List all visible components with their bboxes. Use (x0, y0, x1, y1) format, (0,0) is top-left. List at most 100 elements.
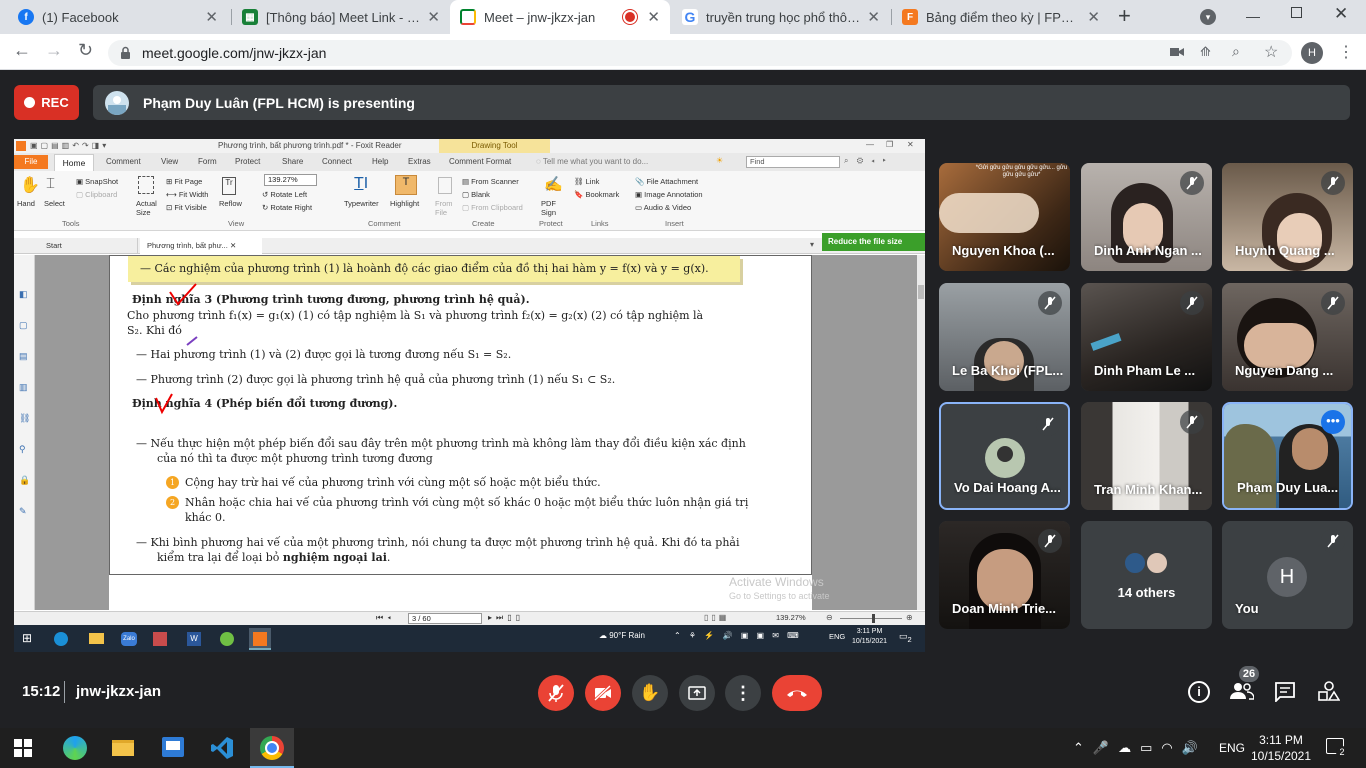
page-number-input[interactable]: 3 / 60 (408, 613, 482, 624)
back-icon[interactable]: ← (13, 40, 31, 61)
fit-visible-button[interactable]: ⊡ Fit Visible (166, 203, 207, 212)
typewriter-icon[interactable]: T̲I (354, 175, 368, 193)
participant-tile[interactable]: Le Ba Khoi (FPL... (939, 283, 1070, 391)
participant-tile[interactable]: *Gửi gửu gửu gửu gửu gửu... gửu gửu gửu … (939, 163, 1070, 271)
link-button[interactable]: ⛓ Link (574, 177, 599, 186)
tab-meet[interactable]: Meet – jnw-jkzx-jan ✕ (450, 0, 670, 34)
mic-off-button[interactable] (538, 675, 574, 711)
menu-comment[interactable]: Comment (106, 157, 141, 171)
participant-tile[interactable]: Doan Minh Trie... (939, 521, 1070, 629)
tab-google-search[interactable]: G truyền trung học phổ thông g ✕ (672, 0, 890, 34)
system-tray-icons[interactable]: ⌃🎤☁▭◠🔊 (1073, 740, 1207, 756)
forward-icon[interactable]: → (45, 40, 63, 61)
file-explorer-icon[interactable] (112, 740, 134, 756)
view-mode-icons[interactable]: ▯▯▦ (704, 613, 729, 622)
zoom-slider[interactable] (840, 618, 902, 619)
taskbar-clock[interactable]: 3:11 PM 10/15/2021 (1250, 732, 1312, 764)
foxit-restore-icon[interactable]: ❐ (886, 140, 893, 149)
from-file-icon[interactable] (438, 177, 452, 194)
tab-facebook[interactable]: f (1) Facebook ✕ (8, 0, 228, 34)
zoom-in-icon[interactable]: ⊕ (906, 613, 913, 622)
fit-page-button[interactable]: ⊞ Fit Page (166, 177, 202, 186)
pdf-sign-icon[interactable]: ✍ (544, 175, 563, 193)
chrome-menu-icon[interactable]: ⋮ (1338, 42, 1354, 64)
address-bar[interactable]: meet.google.com/jnw-jkzx-jan ⟰ ⌕ ☆ (108, 40, 1292, 66)
blank-button[interactable]: ▢ Blank (462, 190, 490, 199)
close-tab-icon[interactable]: ✕ (1087, 8, 1100, 26)
actual-size-icon[interactable] (138, 176, 154, 194)
from-clipboard-button[interactable]: ▢ From Clipboard (462, 203, 523, 212)
tab-fpt-grades[interactable]: F Bảng điểm theo kỳ | FPT Poly ✕ (892, 0, 1110, 34)
bookmark-button[interactable]: 🔖 Bookmark (574, 190, 619, 199)
menu-file[interactable]: File (14, 155, 48, 169)
present-now-button[interactable] (679, 675, 715, 711)
clipboard-button[interactable]: ▢ Clipboard (76, 190, 117, 199)
doc-tab-start[interactable]: Start (34, 238, 138, 254)
image-annotation-button[interactable]: ▣ Image Annotation (635, 190, 703, 199)
menu-home[interactable]: Home (54, 154, 94, 171)
zoom-slider-thumb[interactable] (872, 614, 875, 623)
raise-hand-button[interactable]: ✋ (632, 675, 668, 711)
meeting-details-icon[interactable]: i (1188, 681, 1210, 703)
menu-form[interactable]: Form (198, 157, 217, 171)
speaking-more-icon[interactable]: ••• (1321, 410, 1345, 434)
search-nav-icons[interactable]: ⌕ ⚙ ◂ ▸ (844, 156, 889, 166)
zoom-icon[interactable]: ⌕ (1232, 43, 1240, 60)
highlight-icon[interactable]: T (395, 175, 417, 195)
close-tab-icon[interactable]: ✕ (205, 8, 218, 26)
foxit-close-icon[interactable]: ✕ (907, 140, 914, 149)
page-next-icons[interactable]: ▸⏭▯▯ (488, 613, 524, 623)
scroll-thumb[interactable] (918, 285, 924, 299)
zoom-out-icon[interactable]: ⊖ (826, 613, 833, 622)
activities-button[interactable] (1318, 681, 1340, 701)
chat-button[interactable] (1275, 682, 1295, 702)
vertical-scrollbar[interactable] (917, 255, 925, 610)
participant-tile[interactable]: Huynh Quang ... (1222, 163, 1353, 271)
restore-icon[interactable] (1291, 7, 1302, 18)
select-tool-icon[interactable]: ⌶ (46, 175, 55, 192)
file-attachment-button[interactable]: 📎 File Attachment (635, 177, 698, 186)
menu-help[interactable]: Help (372, 157, 388, 171)
control-panel-icon[interactable] (162, 737, 184, 757)
participant-tile[interactable]: Nguyen Dang ... (1222, 283, 1353, 391)
more-options-button[interactable]: ⋮ (725, 675, 761, 711)
rotate-right-button[interactable]: ↻ Rotate Right (262, 203, 312, 212)
close-tab-icon[interactable]: ✕ (867, 8, 880, 26)
reload-icon[interactable]: ↻ (78, 40, 93, 61)
find-input[interactable]: Find (746, 156, 840, 168)
language-indicator[interactable]: ENG (1219, 741, 1245, 755)
rotate-left-button[interactable]: ↺ Rotate Left (262, 190, 307, 199)
participant-tile[interactable]: Tran Minh Khan... (1081, 402, 1212, 510)
menu-protect[interactable]: Protect (235, 157, 260, 171)
tab-meet-link-sheet[interactable]: ▦ [Thông báo] Meet Link - SV v ✕ (232, 0, 450, 34)
participant-tile[interactable]: Dinh Pham Le ... (1081, 283, 1212, 391)
participant-tile[interactable]: Dinh Anh Ngan ... (1081, 163, 1212, 271)
vscode-icon[interactable] (210, 736, 234, 760)
audio-video-button[interactable]: ▭ Audio & Video (635, 203, 691, 212)
tab-search-icon[interactable]: ▾ (1200, 9, 1216, 25)
tell-me-box[interactable]: ◌ Tell me what you want to do... (536, 157, 648, 171)
menu-comment-format[interactable]: Comment Format (449, 157, 511, 171)
sidepanel-icons[interactable]: ◧ ▢ ▤ ▥ ⛓ ⚲ 🔒 ✎ (19, 279, 30, 527)
from-scanner-button[interactable]: ▤ From Scanner (462, 177, 519, 186)
reflow-icon[interactable]: Tr (222, 177, 236, 195)
reduce-file-size-button[interactable]: Reduce the file size (822, 233, 925, 251)
fit-width-button[interactable]: ⟷ Fit Width (166, 190, 208, 199)
menu-share[interactable]: Share (282, 157, 303, 171)
page-prev-icons[interactable]: ⏮◂ (376, 613, 395, 623)
hand-tool-icon[interactable]: ✋ (20, 175, 40, 195)
tab-list-icon[interactable]: ▾ (810, 240, 814, 249)
others-tile[interactable]: 14 others (1081, 521, 1212, 629)
windows-start-icon[interactable] (14, 739, 32, 757)
bookmark-star-icon[interactable]: ☆ (1264, 42, 1278, 62)
close-window-icon[interactable]: ✕ (1334, 4, 1348, 24)
new-tab-button[interactable]: + (1118, 3, 1131, 29)
profile-avatar[interactable]: H (1301, 42, 1323, 64)
self-tile[interactable]: H You (1222, 521, 1353, 629)
participant-tile-speaking[interactable]: Vo Dai Hoang A... (939, 402, 1070, 510)
edge-icon[interactable] (63, 736, 87, 760)
close-doc-icon[interactable]: ✕ (230, 241, 236, 250)
close-tab-icon[interactable]: ✕ (647, 8, 660, 26)
quick-access-icons[interactable]: ▣▢▤▥↶↷◨▾ (30, 141, 109, 150)
chrome-taskbar-item[interactable] (250, 728, 294, 768)
